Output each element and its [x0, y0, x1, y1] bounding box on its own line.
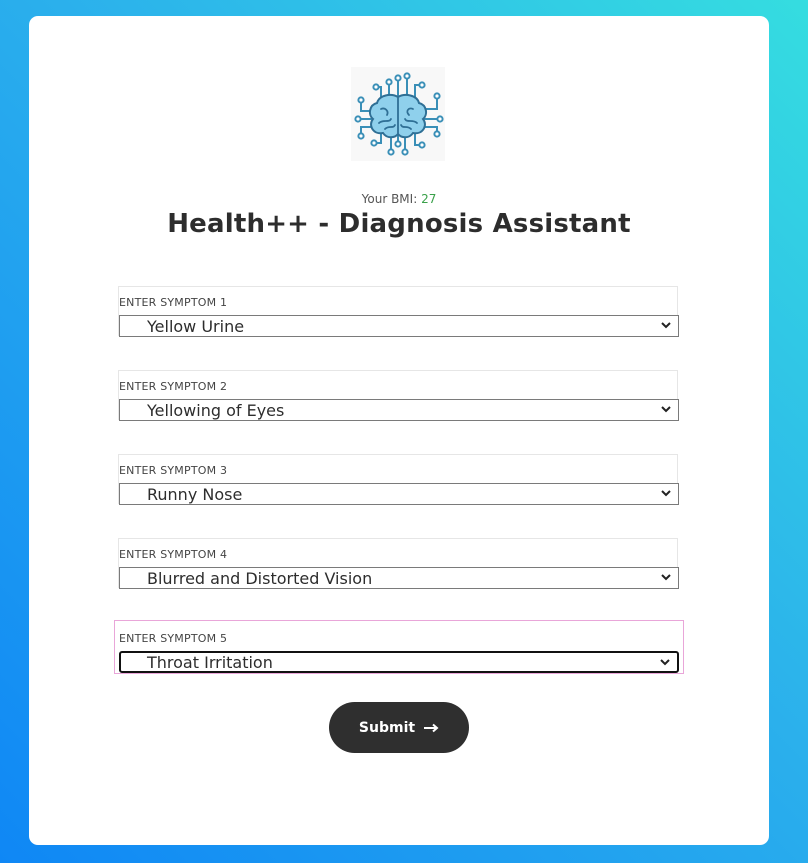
- bmi-value: 27: [421, 192, 437, 206]
- submit-button[interactable]: Submit: [329, 702, 469, 753]
- symptom-4-label: ENTER SYMPTOM 4: [119, 548, 228, 561]
- symptom-4-select[interactable]: Blurred and Distorted Vision: [119, 567, 679, 589]
- symptom-5-label: ENTER SYMPTOM 5: [119, 632, 228, 645]
- symptom-1-select[interactable]: Yellow Urine: [119, 315, 679, 337]
- chevron-down-icon: [661, 406, 671, 413]
- symptom-3-label: ENTER SYMPTOM 3: [119, 464, 228, 477]
- page-title: Health++ - Diagnosis Assistant: [167, 209, 631, 239]
- chevron-down-icon: [661, 322, 671, 329]
- chevron-down-icon: [660, 659, 670, 666]
- symptom-4-field: ENTER SYMPTOM 4 Blurred and Distorted Vi…: [118, 538, 679, 589]
- symptom-1-field: ENTER SYMPTOM 1 Yellow Urine: [118, 286, 679, 337]
- brain-circuit-icon: [351, 67, 445, 161]
- symptom-2-value: Yellowing of Eyes: [147, 401, 285, 420]
- symptom-5-select[interactable]: Throat Irritation: [119, 651, 679, 673]
- bmi-readout: Your BMI: 27: [29, 192, 769, 206]
- symptom-3-field: ENTER SYMPTOM 3 Runny Nose: [118, 454, 679, 505]
- symptom-1-value: Yellow Urine: [147, 317, 245, 336]
- symptom-4-value: Blurred and Distorted Vision: [147, 569, 373, 588]
- submit-label: Submit: [358, 719, 416, 736]
- symptom-2-label: ENTER SYMPTOM 2: [119, 380, 228, 393]
- arrow-right-icon: [424, 723, 439, 732]
- symptom-5-value: Throat Irritation: [147, 653, 273, 672]
- bmi-label: Your BMI:: [361, 192, 418, 206]
- form-card: Your BMI: 27 Health++ - Diagnosis Assist…: [29, 16, 769, 845]
- chevron-down-icon: [661, 574, 671, 581]
- chevron-down-icon: [661, 490, 671, 497]
- symptom-5-field: ENTER SYMPTOM 5 Throat Irritation: [114, 620, 684, 674]
- symptom-3-select[interactable]: Runny Nose: [119, 483, 679, 505]
- symptom-2-field: ENTER SYMPTOM 2 Yellowing of Eyes: [118, 370, 679, 421]
- symptom-3-value: Runny Nose: [147, 485, 243, 504]
- symptom-2-select[interactable]: Yellowing of Eyes: [119, 399, 679, 421]
- symptom-1-label: ENTER SYMPTOM 1: [119, 296, 228, 309]
